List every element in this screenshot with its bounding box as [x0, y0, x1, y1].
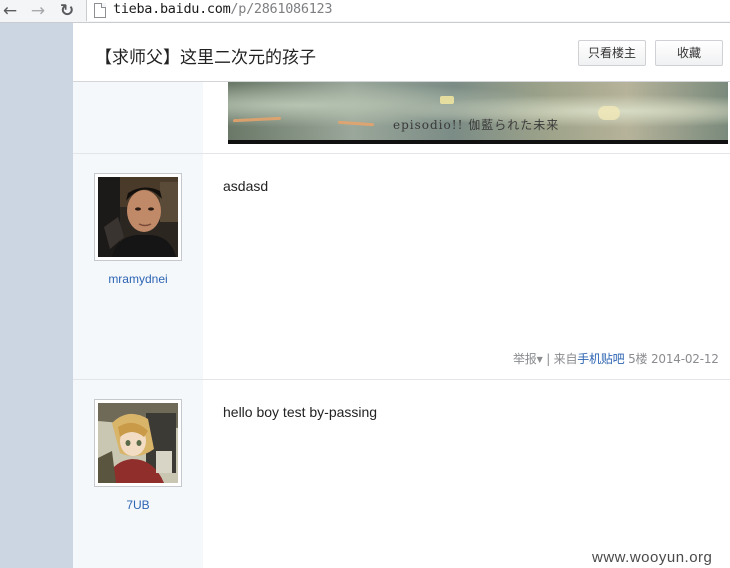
report-button[interactable]: 举报▼ [513, 352, 543, 366]
avatar-photo [98, 177, 178, 257]
post: 7UB hello boy test by-passing [73, 380, 730, 568]
url-host: tieba.baidu.com [113, 1, 231, 17]
thread-content: episodio!! 伽藍られた未来 mramydnei asdasd 举报▼ … [73, 82, 730, 568]
banner-streak [598, 106, 620, 120]
caret-down-icon: ▼ [536, 355, 543, 364]
arrow-left-icon[interactable]: ← [0, 1, 20, 21]
banner-caption: episodio!! 伽藍られた未来 [393, 118, 560, 132]
username-link[interactable]: 7UB [73, 498, 203, 512]
post-date: 2014-02-12 [650, 352, 719, 366]
thread-header: 【求师父】这里二次元的孩子 只看楼主 收藏 [73, 23, 730, 82]
url-text[interactable]: tieba.baidu.com/p/2861086123 [113, 0, 332, 21]
watermark-text: www.wooyun.org [592, 549, 713, 566]
browser-toolbar: ← → ↻ tieba.baidu.com/p/2861086123 [0, 0, 730, 23]
avatar[interactable] [94, 399, 182, 487]
avatar-photo [98, 403, 178, 483]
post-meta: 举报▼ | 来自手机贴吧 5楼 2014-02-12 [513, 350, 719, 367]
arrow-right-icon[interactable]: → [28, 1, 48, 21]
banner-streak [232, 116, 282, 123]
username-link[interactable]: mramydnei [73, 272, 203, 286]
post-body: hello boy test by-passing [223, 404, 378, 420]
reload-icon[interactable]: ↻ [57, 1, 77, 21]
document-icon [94, 3, 106, 18]
address-bar[interactable]: tieba.baidu.com/p/2861086123 [86, 0, 730, 21]
banner-streak [337, 120, 375, 127]
only-op-button[interactable]: 只看楼主 [578, 40, 646, 66]
post-image-banner: episodio!! 伽藍られた未来 [228, 82, 728, 144]
floor-number: 5楼 [628, 352, 648, 366]
mobile-client-link[interactable]: 手机贴吧 [577, 352, 624, 366]
from-label: | 来自 [546, 352, 578, 366]
post-body: asdasd [223, 178, 269, 194]
avatar[interactable] [94, 173, 182, 261]
post: mramydnei asdasd 举报▼ | 来自手机贴吧 5楼 2014-02… [73, 154, 730, 379]
avatar-image [98, 177, 178, 257]
avatar-image [98, 403, 178, 483]
favorite-button[interactable]: 收藏 [655, 40, 723, 66]
thread-title: 【求师父】这里二次元的孩子 [95, 48, 316, 68]
report-label: 举报 [513, 352, 537, 366]
page-left-gutter [0, 23, 73, 568]
banner-streak [440, 96, 454, 104]
url-path: /p/2861086123 [230, 1, 333, 17]
